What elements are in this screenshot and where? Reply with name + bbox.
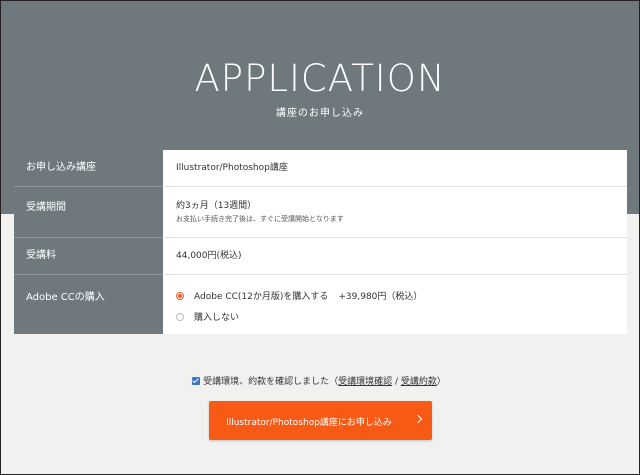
environment-link[interactable]: 受講環境確認 [338,377,392,387]
row-label-course: お申し込み講座 [14,150,163,186]
row-adobe-cc: Adobe CCの購入 Adobe CC(12か月版)を購入する +39,980円… [14,275,627,334]
apply-button-label: Illustrator/Photoshop講座にお申し込み [226,418,392,428]
row-fee: 受講料 44,000円(税込) [14,238,627,274]
option-buy-adobe[interactable]: Adobe CC(12か月版)を購入する +39,980円（税込） [176,289,422,302]
agreement-close: ） [436,377,446,387]
radio-selected-icon[interactable] [176,292,184,300]
agree-checkbox[interactable] [192,377,201,385]
option-buy-label: Adobe CC(12か月版)を購入する [194,292,329,302]
page-title: APPLICATION [194,57,446,100]
row-value-period: 約3ヵ月（13週間） お支払い手続き完了後は、すぐに受講開始となります [163,187,627,237]
agreement-text: 受講環境、約款を確認しました（ [203,377,339,387]
period-text: 約3ヵ月（13週間） [176,201,257,211]
chevron-right-icon [413,414,423,424]
application-form-table: お申し込み講座 Illustrator/Photoshop講座 受講期間 約3ヵ… [14,150,627,334]
terms-link[interactable]: 受講約款 [401,377,437,387]
option-buy-price: +39,980円（税込） [338,292,423,302]
radio-unselected-icon[interactable] [176,313,184,321]
row-value-course: Illustrator/Photoshop講座 [176,163,288,173]
row-course: お申し込み講座 Illustrator/Photoshop講座 [14,150,627,186]
row-label-adobe-cc: Adobe CCの購入 [14,275,163,334]
apply-button[interactable]: Illustrator/Photoshop講座にお申し込み [209,401,432,440]
row-period: 受講期間 約3ヵ月（13週間） お支払い手続き完了後は、すぐに受講開始となります [14,187,627,237]
row-label-fee: 受講料 [14,238,163,274]
agreement-line: 受講環境、約款を確認しました（受講環境確認 / 受講約款） [0,374,638,387]
row-value-fee: 44,000円(税込) [176,251,242,261]
option-no-buy[interactable]: 購入しない [176,310,239,323]
option-no-buy-label: 購入しない [194,313,240,323]
agreement-separator: / [392,377,401,387]
page-subtitle: 講座のお申し込み [276,108,364,119]
period-note: お支払い手続き完了後は、すぐに受講開始となります [176,215,344,223]
row-value-adobe-cc: Adobe CC(12か月版)を購入する +39,980円（税込） 購入しない [163,275,627,334]
row-label-period: 受講期間 [14,187,163,237]
